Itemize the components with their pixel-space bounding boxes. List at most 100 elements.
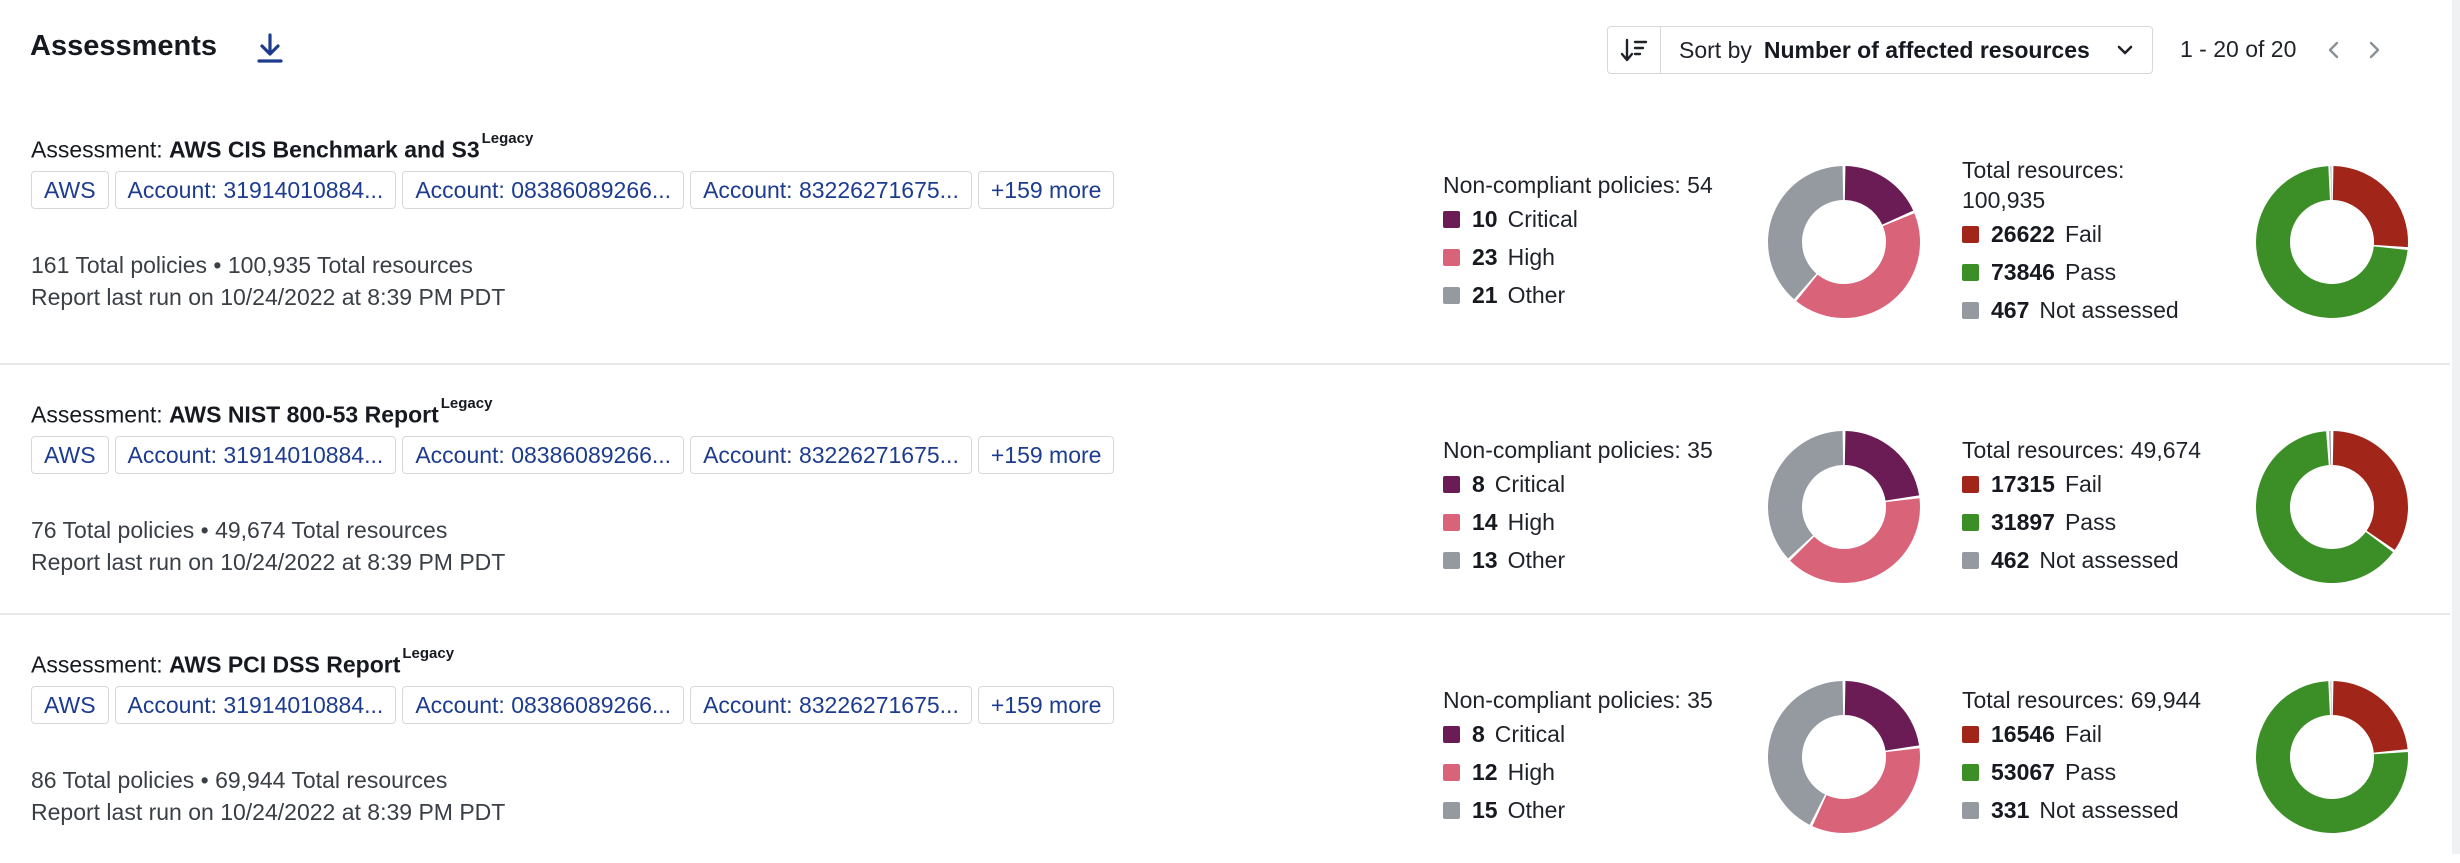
donut-segment [1844,681,1920,751]
legend-value: 73846 [1991,258,2055,285]
assessment-title[interactable]: Assessment: AWS PCI DSS Report Legacy [31,645,454,679]
donut-segment [1844,166,1914,225]
legend-item: 73846 Pass [1962,253,2179,291]
policies-header: Non-compliant policies: 35 [1443,437,1713,463]
account-tag[interactable]: Account: 08386089266... [402,686,685,724]
legend-item: 23 High [1443,238,1713,276]
legend-value: 14 [1472,508,1498,535]
download-icon[interactable] [252,30,288,66]
resources-legend: Total resources: 69,944 16546 Fail 53067 Pas… [1962,685,2201,829]
legend-item: 21 Other [1443,276,1713,314]
legend-swatch [1962,475,1979,493]
legend-value: 462 [1991,546,2030,573]
donut-segment [1844,431,1920,501]
legend-swatch [1962,301,1979,319]
legend-label: Pass [2064,508,2117,535]
policies-header: Non-compliant policies: 35 [1443,687,1713,713]
legend-value: 21 [1472,281,1498,308]
legend-item: 16546 Fail [1962,715,2201,753]
legend-swatch [1443,763,1460,781]
policies-header: Non-compliant policies: 54 [1443,172,1713,198]
legend-item: 26622 Fail [1962,215,2179,253]
assessment-title[interactable]: Assessment: AWS CIS Benchmark and S3 Lega… [31,130,533,164]
legend-value: 53067 [1991,758,2055,785]
legend-swatch [1443,475,1460,493]
legend-item: 12 High [1443,753,1713,791]
account-tag[interactable]: Account: 31914010884... [114,686,397,724]
policies-donut-chart [1768,681,1920,833]
donut-segment [2332,166,2408,248]
legend-item: 14 High [1443,503,1713,541]
assessment-title[interactable]: Assessment: AWS NIST 800-53 Report Legacy [31,395,492,429]
legend-item: 8 Critical [1443,715,1713,753]
donut-segment [1768,431,1844,559]
legend-swatch [1443,248,1460,266]
account-tag[interactable]: Account: 31914010884... [114,171,397,209]
resources-header: Total resources: 49,674 [1962,437,2202,463]
chevron-right-icon[interactable] [2362,38,2386,62]
assessment-name: AWS NIST 800-53 Report [169,401,439,428]
legend-value: 8 [1472,470,1485,497]
sort-by-dropdown[interactable]: Sort by Number of affected resources [1661,37,2152,64]
cloud-tag[interactable]: AWS [31,436,109,474]
legend-swatch [1962,513,1979,531]
legend-value: 331 [1991,796,2030,823]
legend-label: Other [1507,281,1566,308]
donut-segment [1768,166,1844,300]
legend-item: 17315 Fail [1962,465,2201,503]
legend-label: Critical [1507,205,1578,232]
legend-label: High [1507,508,1555,535]
legend-item: 13 Other [1443,541,1713,579]
tag-list: AWS Account: 31914010884... Account: 08386… [31,686,1115,724]
sort-direction-button[interactable] [1608,27,1661,73]
legend-swatch [1443,551,1460,569]
legend-label: Pass [2064,258,2117,285]
donut-segment [1790,498,1920,583]
assessment-stats: 86 Total policies • 69,944 Total resourc… [31,767,448,793]
legend-swatch [1443,286,1460,304]
donut-segment [1812,748,1920,833]
policies-donut-chart [1768,166,1920,318]
last-run-text: Report last run on 10/24/2022 at 8:39 PM… [31,799,506,825]
sort-by-value: Number of affected resources [1763,36,2090,63]
donut-segment [2332,681,2408,753]
legend-label: Critical [1494,470,1566,497]
cloud-tag[interactable]: AWS [31,686,109,724]
more-tags-button[interactable]: +159 more [977,171,1115,209]
legend-swatch [1443,513,1460,531]
legend-swatch [1443,210,1460,228]
legend-value: 8 [1472,720,1485,747]
policies-legend: Non-compliant policies: 54 10 Critical 23 Hi… [1443,170,1713,314]
scrollbar[interactable] [2452,0,2460,854]
legend-item: 53067 Pass [1962,753,2201,791]
account-tag[interactable]: Account: 83226271675... [690,686,972,724]
more-tags-button[interactable]: +159 more [977,436,1115,474]
legend-item: 31897 Pass [1962,503,2201,541]
legend-label: Not assessed [2039,796,2179,823]
legend-value: 15 [1472,796,1498,823]
legend-swatch [1962,225,1979,243]
assessment-name: AWS CIS Benchmark and S3 [169,136,480,163]
account-tag[interactable]: Account: 83226271675... [690,171,972,209]
account-tag[interactable]: Account: 08386089266... [402,171,685,209]
sort-control: Sort by Number of affected resources [1607,26,2153,74]
pagination-range: 1 - 20 of 20 [2180,36,2297,62]
legend-value: 10 [1472,205,1498,232]
account-tag[interactable]: Account: 83226271675... [690,436,972,474]
policies-legend: Non-compliant policies: 35 8 Critical 14 Hig… [1443,435,1713,579]
legend-label: High [1507,243,1555,270]
account-tag[interactable]: Account: 31914010884... [114,436,397,474]
cloud-tag[interactable]: AWS [31,171,109,209]
legend-value: 26622 [1991,220,2055,247]
legend-value: 23 [1472,243,1498,270]
legacy-badge: Legacy [481,130,534,147]
legend-swatch [1962,263,1979,281]
chevron-left-icon[interactable] [2322,38,2346,62]
donut-segment [2330,166,2332,201]
more-tags-button[interactable]: +159 more [977,686,1115,724]
legend-item: 331 Not assessed [1962,791,2201,829]
legend-item: 10 Critical [1443,200,1713,238]
assessment-card: Assessment: AWS NIST 800-53 Report Legacy… [0,363,2450,613]
account-tag[interactable]: Account: 08386089266... [402,436,685,474]
legend-swatch [1443,801,1460,819]
